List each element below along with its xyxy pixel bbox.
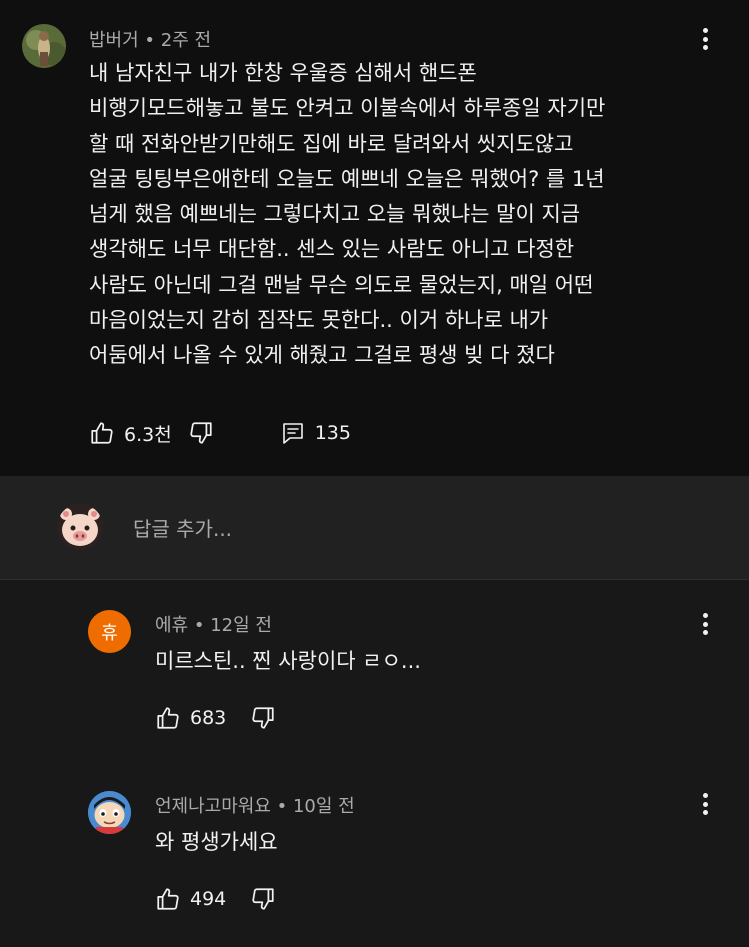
reply-count[interactable]: 135 <box>315 422 351 444</box>
comment-time: 2주 전 <box>160 30 212 51</box>
comment-line: 넘게 했음 예쁘네는 그렇다치고 오늘 뭐했냐는 말이 지금 <box>89 202 581 227</box>
comment-line: 어둠에서 나올 수 있게 해줬고 그걸로 평생 빚 다 졌다 <box>89 343 555 368</box>
like-count: 494 <box>190 888 227 910</box>
reply-text: 미르스틴.. 찐 사랑이다 ㄹㅇ... <box>155 649 421 673</box>
dislike-icon[interactable] <box>250 886 276 912</box>
reply-avatar[interactable] <box>88 791 131 834</box>
reply-author[interactable]: 언제나고마워요 <box>155 796 271 817</box>
comment-line: 사람도 아닌데 그걸 맨날 무슨 의도로 물었는지, 매일 어떤 <box>89 272 594 297</box>
reply-actions: 683 <box>155 704 276 732</box>
reply-text: 와 평생가세요 <box>155 830 278 854</box>
comment-line: 생각해도 너무 대단함.. 센스 있는 사람도 아니고 다정한 <box>89 237 575 262</box>
comment-actions: 6.3천 135 <box>89 419 351 447</box>
reply-time: 12일 전 <box>210 615 272 636</box>
top-comment: 밥버거 • 2주 전 내 남자친구 내가 한창 우울증 심해서 핸드폰 비행기모… <box>0 0 749 476</box>
meta-separator: • <box>138 30 161 51</box>
like-icon[interactable] <box>155 886 181 912</box>
reply-time: 10일 전 <box>292 796 355 817</box>
comment-text: 내 남자친구 내가 한창 우울증 심해서 핸드폰 비행기모드해놓고 불도 안켜고… <box>89 56 729 374</box>
reply-comment-icon[interactable] <box>281 421 305 445</box>
user-avatar <box>57 504 103 550</box>
comment-line: 내 남자친구 내가 한창 우울증 심해서 핸드폰 <box>89 61 477 85</box>
avatar-letter: 휴 <box>101 622 118 644</box>
comment-meta: 밥버거 • 2주 전 <box>89 26 211 52</box>
reply-meta: 에휴 • 12일 전 <box>155 611 272 637</box>
reply-author[interactable]: 에휴 <box>155 615 188 636</box>
reply-meta: 언제나고마워요 • 10일 전 <box>155 792 355 818</box>
reply-input-bar: 답글 추가... <box>0 476 749 579</box>
comment-author[interactable]: 밥버거 <box>89 30 139 51</box>
more-options-icon[interactable] <box>693 789 717 819</box>
dislike-icon[interactable] <box>250 705 276 731</box>
meta-separator: • <box>188 615 211 636</box>
comment-line: 마음이었는지 감히 짐작도 못한다.. 이거 하나로 내가 <box>89 308 549 333</box>
more-options-icon[interactable] <box>693 609 717 639</box>
more-options-icon[interactable] <box>693 24 717 54</box>
comment-line: 할 때 전화안받기만해도 집에 바로 달려와서 씻지도않고 <box>89 131 574 156</box>
reply-input[interactable]: 답글 추가... <box>133 513 232 542</box>
like-count: 683 <box>190 707 227 729</box>
like-icon[interactable] <box>89 420 115 446</box>
comment-line: 얼굴 팅팅부은애한테 오늘도 예쁘네 오늘은 뭐했어? 를 1년 <box>89 166 605 191</box>
comment-line: 비행기모드해놓고 불도 안켜고 이불속에서 하루종일 자기만 <box>89 96 606 121</box>
meta-separator: • <box>270 796 293 817</box>
divider <box>0 579 749 580</box>
reply-actions: 494 <box>155 885 276 913</box>
like-count: 6.3천 <box>124 423 172 446</box>
like-icon[interactable] <box>155 705 181 731</box>
commenter-avatar[interactable] <box>22 24 66 68</box>
reply-avatar[interactable]: 휴 <box>88 610 131 653</box>
dislike-icon[interactable] <box>188 420 214 446</box>
